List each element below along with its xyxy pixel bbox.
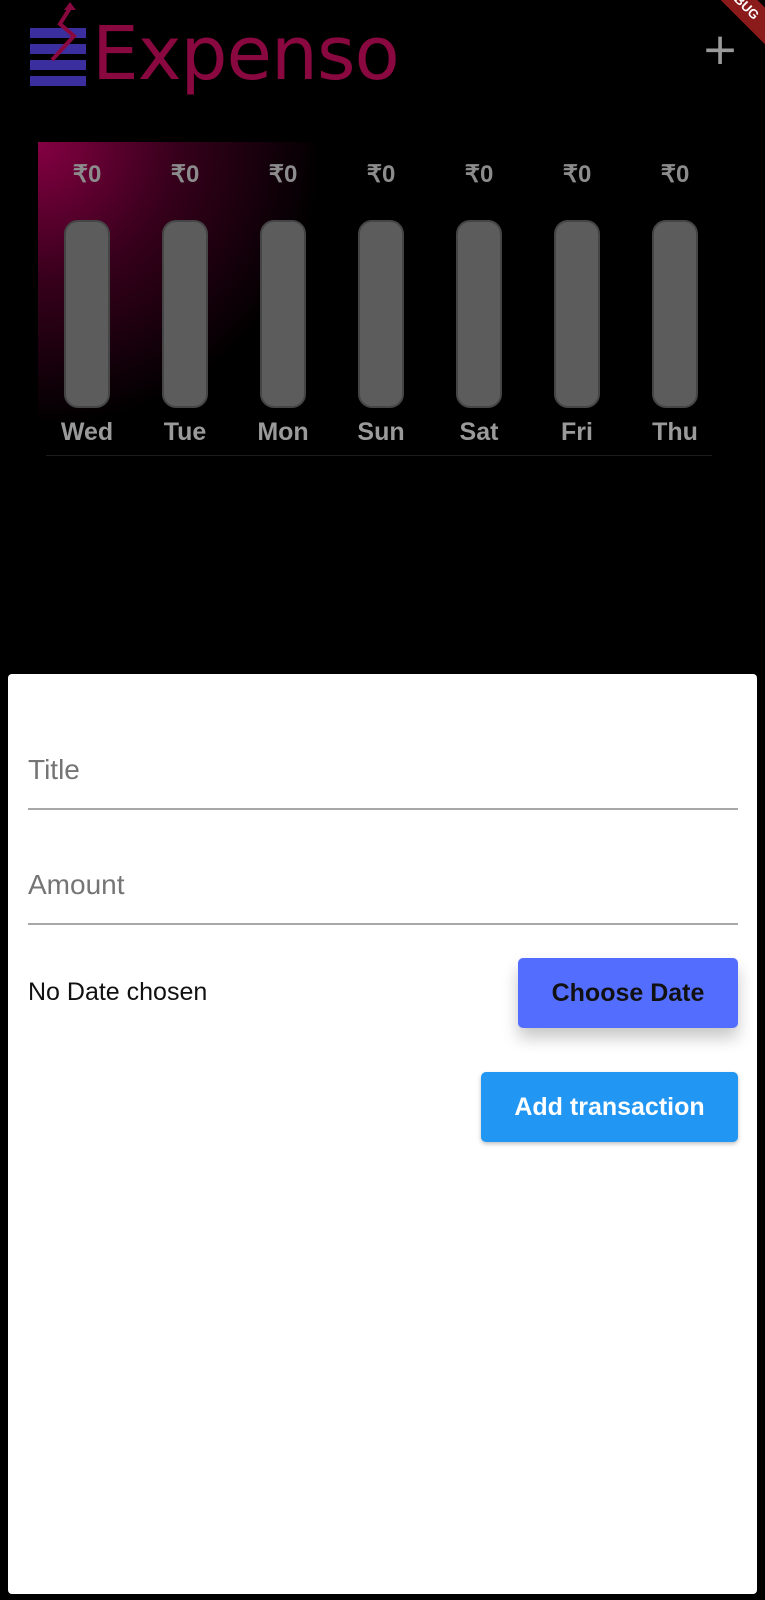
bar-track — [456, 220, 502, 408]
add-transaction-icon-button[interactable]: + — [700, 28, 740, 72]
bar-day-label: Mon — [257, 418, 309, 446]
plus-icon: + — [701, 24, 739, 75]
bar-track — [554, 220, 600, 408]
bar-day-label: Wed — [60, 418, 114, 446]
bar-day-label: Tue — [163, 418, 207, 446]
bar-amount-label: ₹0 — [366, 161, 396, 188]
bar-track — [260, 220, 306, 408]
chart-bars: ₹0 Wed ₹0 Tue ₹0 Mon ₹0 Sun ₹0 Sat ₹0 Fri ₹0 Thu — [38, 142, 728, 452]
new-transaction-form: No Date chosen Choose Date Add transacti… — [8, 674, 757, 1594]
chart-bar-column: ₹0 Sun — [332, 142, 430, 452]
bar-track — [358, 220, 404, 408]
bar-day-label: Sat — [459, 418, 499, 446]
chart-bar-column: ₹0 Tue — [136, 142, 234, 452]
amount-input[interactable] — [28, 869, 738, 901]
bar-amount-label: ₹0 — [268, 161, 298, 188]
bar-amount-label: ₹0 — [170, 161, 200, 188]
chart-bar-column: ₹0 Fri — [528, 142, 626, 452]
chart-divider — [46, 455, 712, 456]
logo-icon — [30, 2, 86, 86]
chart-bar-column: ₹0 Sat — [430, 142, 528, 452]
bar-day-label: Fri — [561, 418, 593, 446]
bar-amount-label: ₹0 — [562, 161, 592, 188]
bar-day-label: Sun — [357, 418, 405, 446]
choose-date-button[interactable]: Choose Date — [518, 958, 738, 1028]
app-title: Expenso — [92, 11, 400, 97]
weekly-spending-chart: ₹0 Wed ₹0 Tue ₹0 Mon ₹0 Sun ₹0 Sat ₹0 Fri ₹0 Thu — [38, 142, 728, 462]
chart-bar-column: ₹0 Mon — [234, 142, 332, 452]
bar-track — [64, 220, 110, 408]
chart-bar-column: ₹0 Thu — [626, 142, 724, 452]
bar-track — [162, 220, 208, 408]
title-input[interactable] — [28, 754, 738, 786]
bar-amount-label: ₹0 — [464, 161, 494, 188]
bar-amount-label: ₹0 — [72, 161, 102, 188]
add-transaction-button[interactable]: Add transaction — [481, 1072, 738, 1142]
bar-amount-label: ₹0 — [660, 161, 690, 188]
chart-bar-column: ₹0 Wed — [38, 142, 136, 452]
amount-field[interactable] — [28, 853, 738, 925]
bar-track — [652, 220, 698, 408]
title-field[interactable] — [28, 738, 738, 810]
app-bar: Expenso + DEBUG — [0, 0, 765, 110]
date-status-text: No Date chosen — [28, 978, 208, 1006]
bar-day-label: Thu — [652, 418, 698, 446]
